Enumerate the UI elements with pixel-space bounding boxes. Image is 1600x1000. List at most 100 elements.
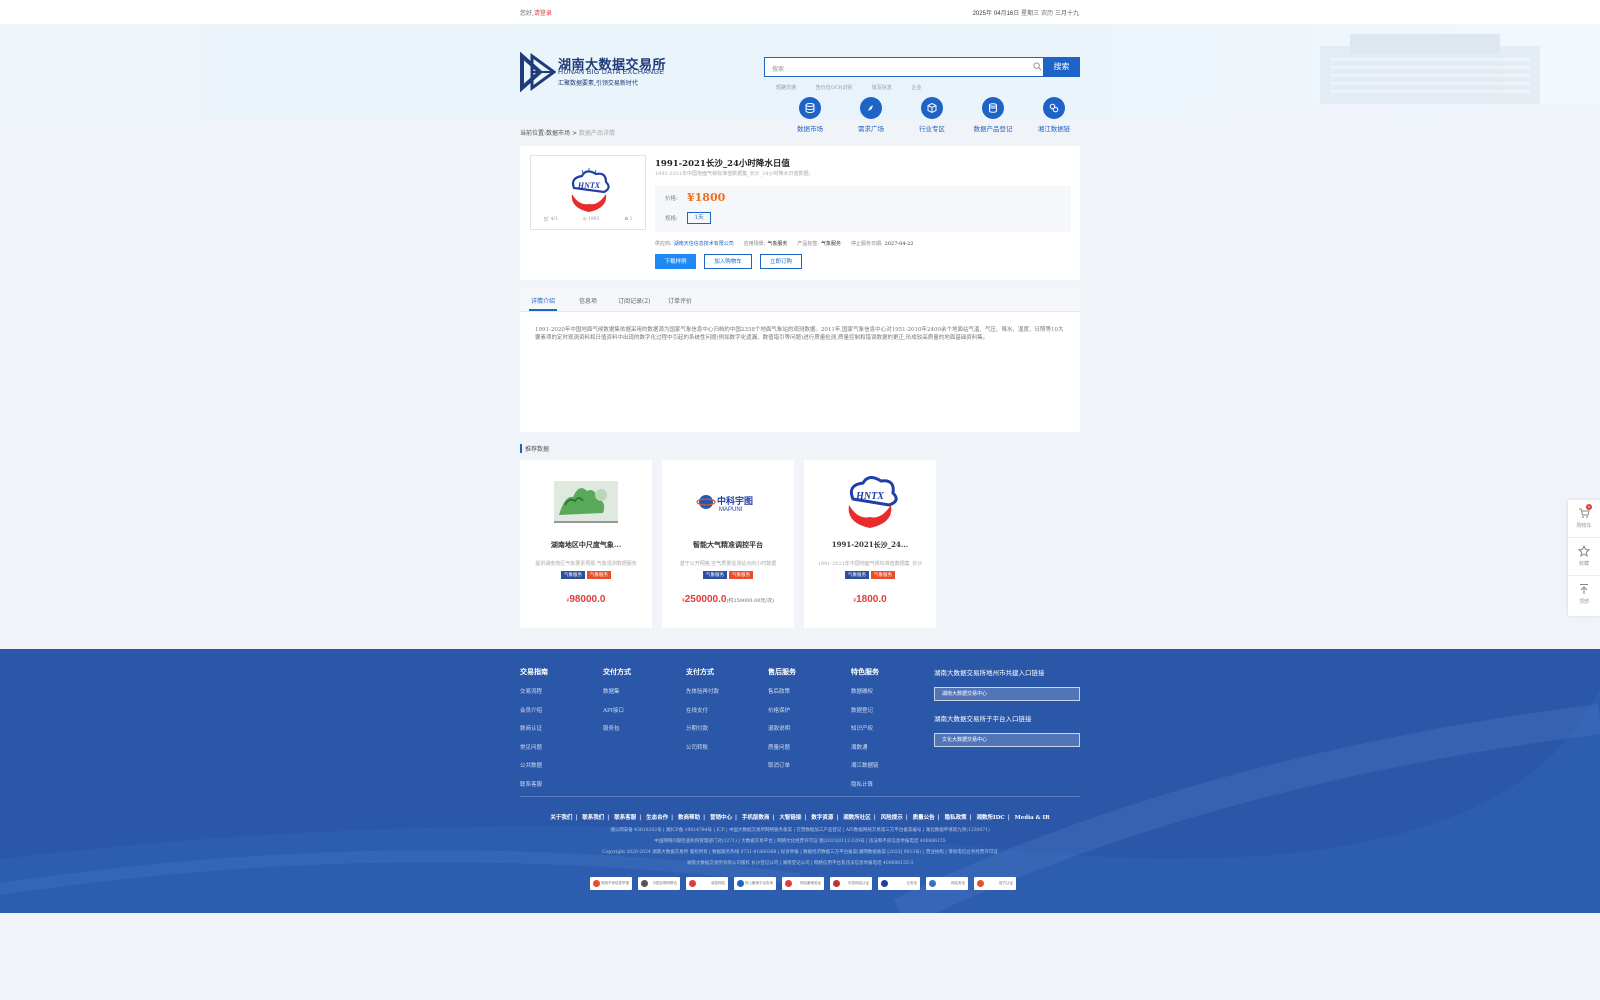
badge-label: 诚信网站	[711, 881, 725, 885]
nav-demand-square[interactable]: 需求广场	[841, 97, 901, 133]
provider-link[interactable]: 湖南天信信息技术有限公司	[674, 241, 734, 247]
spec-option[interactable]: 1天	[687, 212, 711, 224]
footer-link[interactable]: 质量问题	[768, 743, 796, 751]
badge-icon	[833, 880, 840, 887]
footer-bar-link[interactable]: 湘数所社区	[843, 815, 871, 821]
portal-select[interactable]: 湖南大数据交易中心	[934, 687, 1080, 701]
search-input[interactable]: 搜索	[772, 64, 784, 73]
cert-badge[interactable]: 诚信网站	[686, 877, 728, 890]
footer-link[interactable]: 公共数据	[520, 761, 548, 769]
recommend-card[interactable]: HNTX 1991-2021长沙_24... 1991-2021年中国地面气候标…	[804, 460, 936, 628]
float-back-to-top[interactable]: 顶部	[1568, 576, 1600, 614]
card-price-value: 98000.0	[569, 594, 606, 605]
card-tag: 气象服务	[845, 571, 869, 579]
footer-link[interactable]: 常见问题	[520, 743, 548, 751]
cert-badge[interactable]: 可信网站认证	[830, 877, 872, 890]
footer-link-bar: 关于我们 | 联系我们 | 联系客服 | 生态合作 | 数商帮助 | 营销中心 | 手机版数…	[550, 815, 1050, 821]
tab-info-items[interactable]: 信息项	[579, 296, 597, 305]
footer-bar-link[interactable]: 联系我们	[582, 815, 604, 821]
footer-link[interactable]: 在线支付	[686, 706, 719, 714]
cart-count-value: 4/1	[550, 217, 558, 222]
footer-link[interactable]: 退款说明	[768, 724, 796, 732]
footer-bar-link[interactable]: 生态合作	[646, 815, 668, 821]
footer-link[interactable]: 交易流程	[520, 687, 548, 695]
tab-reviews[interactable]: 订单评价	[668, 296, 692, 305]
download-sample-button[interactable]: 下载样例	[655, 254, 696, 269]
footer-link[interactable]: 分期付款	[686, 724, 719, 732]
search-icon[interactable]	[1033, 62, 1042, 71]
footer-link[interactable]: 数据登记	[851, 706, 879, 714]
svg-text:MAPUNI: MAPUNI	[719, 507, 743, 513]
badge-label: 官方认证	[999, 881, 1013, 885]
footer-link[interactable]: 联系客服	[520, 780, 548, 788]
search-box: 搜索 搜索	[764, 57, 1080, 77]
tab-subscriptions[interactable]: 订阅记录(2)	[618, 296, 651, 305]
card-price-value: 1800.0	[856, 594, 887, 605]
footer-link[interactable]: 数商认证	[520, 724, 548, 732]
float-cart[interactable]: 0 购物车	[1568, 500, 1600, 538]
footer-bar-link[interactable]: 手机版数商	[742, 815, 770, 821]
cert-badge[interactable]: 网络不良信息举报	[590, 877, 632, 890]
nav-data-market[interactable]: 数据市场	[780, 97, 840, 133]
nav-product-register[interactable]: 数据产品登记	[963, 97, 1023, 133]
footer-bar-link[interactable]: 大智链接	[779, 815, 801, 821]
float-label: 购物车	[1576, 523, 1592, 529]
footer-link[interactable]: 公司转账	[686, 743, 719, 751]
float-favorites[interactable]: 收藏	[1568, 538, 1600, 576]
footer-link[interactable]: 数据集	[603, 687, 631, 695]
cert-badge[interactable]: 网上备案平台查询	[734, 877, 776, 890]
hot-link[interactable]: 短路交通	[776, 84, 796, 91]
stop-date-label: 停止服务日期:	[850, 241, 883, 247]
breadcrumb-parent[interactable]: 数据市场	[546, 130, 570, 137]
hot-link[interactable]: 批写信息	[872, 84, 892, 91]
footer-link[interactable]: 会员介绍	[520, 706, 548, 714]
portal-select[interactable]: 文化大数据交易中心	[934, 733, 1080, 747]
nav-label: 需求广场	[858, 125, 884, 133]
cert-badge[interactable]: 中国互联网联合	[638, 877, 680, 890]
footer-bar-link[interactable]: Media & IR	[1015, 815, 1050, 821]
footer-bar-link[interactable]: 联系客服	[614, 815, 636, 821]
footer-bar-link[interactable]: 营销中心	[710, 815, 732, 821]
hot-link[interactable]: 企业	[912, 84, 922, 91]
recommend-card[interactable]: 湖南地区中尺度气象... 提供湖南地区气象要素预报,气象观测数据服务 气象服务气…	[520, 460, 652, 628]
footer-bar-link[interactable]: 质量公告	[913, 815, 935, 821]
nav-label: 数据产品登记	[973, 125, 1013, 133]
footer-col-delivery: 交付方式 数据集 API接口 服务包	[603, 667, 631, 743]
provider-label: 供应商:	[655, 241, 672, 247]
footer-link[interactable]: 隐私计算	[851, 780, 879, 788]
nav-industry-zone[interactable]: 行业专区	[902, 97, 962, 133]
cert-badge[interactable]: 网站安全	[926, 877, 968, 890]
card-name: 湖南地区中尺度气象...	[550, 540, 622, 549]
footer-link[interactable]: 湘数通	[851, 743, 879, 751]
footer-bar-link[interactable]: 隐私政策	[945, 815, 967, 821]
add-to-cart-button[interactable]: 加入购物车	[704, 254, 752, 269]
footer-bar-link[interactable]: 风险提示	[881, 815, 903, 821]
login-link[interactable]: 请登录	[534, 10, 552, 17]
footer-bar-link[interactable]: 湘数所IDC	[977, 815, 1005, 821]
footer-link[interactable]: API接口	[603, 706, 631, 714]
footer-link[interactable]: 知识产权	[851, 724, 879, 732]
cert-badge[interactable]: 官方认证	[974, 877, 1016, 890]
cert-badge[interactable]: 网站备案验证	[782, 877, 824, 890]
footer-link[interactable]: 数据确权	[851, 687, 879, 695]
footer-bar-link[interactable]: 关于我们	[550, 815, 572, 821]
nav-label: 行业专区	[919, 125, 945, 133]
logo[interactable]: 湖南大数据交易所 HUNAN BIG DATA EXCHANGE 汇聚数据要素,…	[520, 52, 670, 92]
buy-now-button[interactable]: 立即订购	[760, 254, 802, 269]
nav-xiangjiang-chain[interactable]: 湘江数据链	[1024, 97, 1084, 133]
footer-link[interactable]: 服务包	[603, 724, 631, 732]
search-button[interactable]: 搜索	[1043, 57, 1080, 77]
footer-link[interactable]: 售后政策	[768, 687, 796, 695]
footer-link[interactable]: 湘江数据链	[851, 761, 879, 769]
footer-link[interactable]: 取消订单	[768, 761, 796, 769]
hot-link[interactable]: 告价位OCR识别	[816, 84, 853, 91]
recommend-card[interactable]: 中科宇图 MAPUNI 智能大气精准调控平台 基于公开网格,空气质量监测站点的小…	[662, 460, 794, 628]
footer-bar-link[interactable]: 数商帮助	[678, 815, 700, 821]
cert-badge[interactable]: 云安全	[878, 877, 920, 890]
footer-link[interactable]: 价格保护	[768, 706, 796, 714]
footer-bar-link[interactable]: 数字资源	[811, 815, 833, 821]
card-tags: 气象服务 气象服务	[804, 571, 936, 579]
tab-details[interactable]: 详情介绍	[528, 296, 558, 311]
footer-link[interactable]: 先体验再付款	[686, 687, 719, 695]
card-price-value: 250000.0	[684, 594, 727, 605]
